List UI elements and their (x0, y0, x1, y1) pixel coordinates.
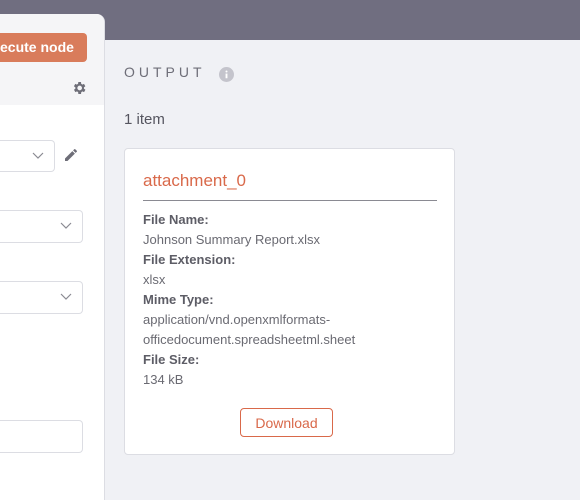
chevron-down-icon (60, 222, 72, 229)
chevron-down-icon (60, 293, 72, 300)
info-icon[interactable] (219, 67, 234, 82)
field-value: Johnson Summary Report.xlsx (143, 232, 321, 247)
field-label: File Extension: (143, 252, 236, 267)
parameter-select-3[interactable] (0, 281, 83, 314)
field-value: 134 kB (143, 372, 184, 387)
field-label: Mime Type: (143, 292, 214, 307)
parameter-select-2[interactable] (0, 210, 83, 243)
execute-node-button[interactable]: ecute node (0, 33, 87, 62)
binary-data-card: attachment_0 File Name: Johnson Summary … (124, 148, 455, 455)
card-title: attachment_0 (143, 171, 247, 190)
item-count: 1 item (124, 111, 165, 128)
field-value: application/vnd.openxmlformats-officedoc… (143, 312, 356, 347)
field-label: File Name: (143, 212, 209, 227)
parameter-select-1[interactable] (0, 140, 55, 172)
chevron-down-icon (32, 152, 44, 159)
output-title: OUTPUT (124, 64, 206, 80)
parameter-input[interactable] (0, 420, 83, 453)
pencil-icon[interactable] (63, 147, 79, 163)
field-value: xlsx (143, 272, 166, 287)
file-metadata: File Name: Johnson Summary Report.xlsx F… (143, 210, 437, 390)
divider (143, 200, 437, 201)
download-button[interactable]: Download (240, 408, 333, 437)
node-parameters-panel: ecute node (0, 14, 105, 500)
gear-icon[interactable] (71, 80, 87, 96)
field-label: File Size: (143, 352, 200, 367)
